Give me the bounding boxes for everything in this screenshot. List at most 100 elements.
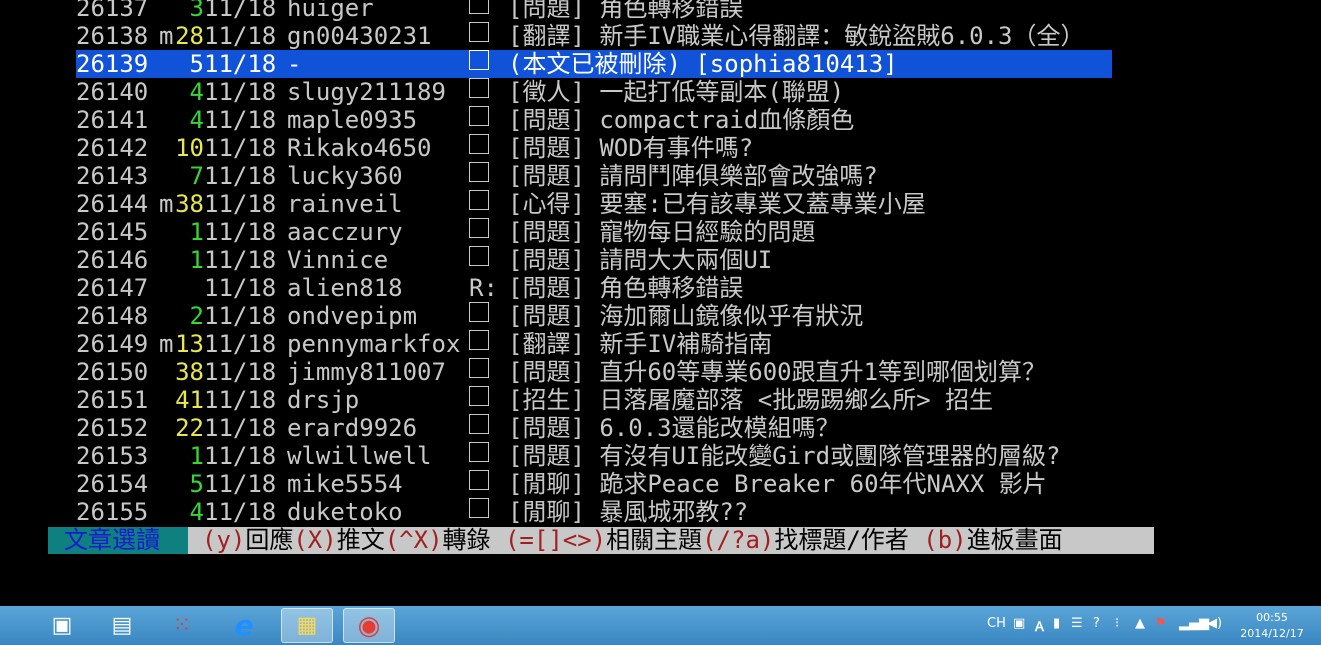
ime-options-icon[interactable]: ⁝ [1115, 616, 1119, 631]
ptt-terminal[interactable]: 26137 3 11/18 huiger [問題] 角色轉移錯誤 26138 m 28 11/1… [0, 0, 1321, 606]
push-count: 13 [175, 330, 204, 358]
article-date: 11/18 [204, 470, 277, 498]
article-author: - [287, 50, 302, 78]
clock-date: 2014/12/17 [1240, 627, 1304, 640]
article-title: [閒聊] 跪求Peace Breaker 60年代NAXX 影片 [508, 470, 1047, 498]
article-row[interactable]: 26149 m 13 11/18 pennymarkfox [翻譯] 新手IV補騎指南 [0, 330, 1321, 358]
article-date: 11/18 [204, 442, 277, 470]
article-row[interactable]: 26140 4 11/18 slugy211189 [徵人] 一起打低等副本(聯盟) [0, 78, 1321, 106]
article-author: erard9926 [287, 414, 418, 442]
article-row[interactable]: 26154 5 11/18 mike5554 [閒聊] 跪求Peace Breaker … [0, 470, 1321, 498]
article-title: [問題] 角色轉移錯誤 [508, 274, 744, 302]
article-id: 26138 [76, 22, 149, 50]
article-id: 26155 [76, 498, 149, 526]
push-count: 1 [189, 218, 204, 246]
article-author: Vinnice [287, 246, 389, 274]
clock-time: 00:55 [1256, 611, 1288, 624]
internet-explorer-button[interactable]: e [218, 608, 270, 643]
article-row[interactable]: 26137 3 11/18 huiger [問題] 角色轉移錯誤 [0, 0, 1321, 22]
article-row[interactable]: 26150 38 11/18 jimmy811007 [問題] 直升60等專業600跟直… [0, 358, 1321, 386]
article-title: [問題] compactraid血條顏色 [508, 106, 855, 134]
hotel-app-button[interactable]: ▦ [281, 608, 333, 643]
help-label: 轉錄 [442, 526, 491, 554]
input-language[interactable]: CH [987, 616, 1006, 631]
article-date: 11/18 [204, 22, 277, 50]
article-author: drsjp [287, 386, 360, 414]
ime-width-icon[interactable]: ▮ [1053, 616, 1060, 631]
article-row[interactable]: 26143 7 11/18 lucky360 [問題] 請問鬥陣俱樂部會改強嗎? [0, 162, 1321, 190]
network-icon[interactable]: ▂▄▆ [1179, 616, 1209, 631]
article-author: lucky360 [287, 162, 403, 190]
push-count: 41 [175, 386, 204, 414]
article-row[interactable]: 26147 11/18 alien818 R: [問題] 角色轉移錯誤 [0, 274, 1321, 302]
article-author: rainveil [287, 190, 403, 218]
article-id: 26146 [76, 246, 149, 274]
push-count: 5 [189, 470, 204, 498]
article-date: 11/18 [204, 274, 277, 302]
push-count: 10 [175, 134, 204, 162]
push-count: 1 [189, 246, 204, 274]
push-count: 4 [189, 498, 204, 526]
article-row[interactable]: 26152 22 11/18 erard9926 [問題] 6.0.3還能改模組嗎？ [0, 414, 1321, 442]
status-bar: 文章選讀 (y)回應(X)推文(^X)轉錄 (=[]<>)相關主題(/?a)找標… [48, 527, 1154, 554]
media-player-button[interactable]: ▣ [36, 608, 88, 643]
article-date: 11/18 [204, 330, 277, 358]
article-author: Rikako4650 [287, 134, 432, 162]
media-player-icon: ▣ [51, 612, 73, 638]
article-row[interactable]: 26138 m 28 11/18 gn00430231 [翻譯] 新手IV職業心得翻譯：敏… [0, 22, 1321, 50]
help-key: (=[]<>) [490, 526, 607, 554]
article-id: 26140 [76, 78, 149, 106]
article-date: 11/18 [204, 218, 277, 246]
article-title: [問題] WOD有事件嗎? [508, 134, 754, 162]
help-icon[interactable]: ? [1093, 616, 1100, 631]
article-title: [翻譯] 新手IV補騎指南 [508, 330, 773, 358]
article-row[interactable]: 26146 1 11/18 Vinnice [問題] 請問大大兩個UI [0, 246, 1321, 274]
help-key: (b) [908, 526, 967, 554]
article-id: 26141 [76, 106, 149, 134]
article-title: [問題] 直升60等專業600跟直升1等到哪個划算？ [508, 358, 1047, 386]
article-row[interactable]: 26153 1 11/18 wlwillwell [問題] 有沒有UI能改變Gird或團… [0, 442, 1321, 470]
volume-icon[interactable]: ◀) [1207, 616, 1222, 631]
article-id: 26145 [76, 218, 149, 246]
article-row[interactable]: 26141 4 11/18 maple0935 [問題] compactraid血條顏色 [0, 106, 1321, 134]
action-center-icon[interactable]: ⚑ [1155, 616, 1167, 631]
article-row[interactable]: 26139 5 11/18- (本文已被刪除) [sophia810413] [76, 50, 1112, 78]
article-row[interactable]: 26144 m 38 11/18 rainveil [心得] 要塞:已有該專業又蓋專業小屋 [0, 190, 1321, 218]
article-id: 26139 [76, 50, 149, 78]
article-date: 11/18 [204, 498, 277, 526]
status-help: (y)回應(X)推文(^X)轉錄 (=[]<>)相關主題(/?a)找標題/作者 … [188, 527, 1154, 554]
article-id: 26144 [76, 190, 149, 218]
article-author: alien818 [287, 274, 403, 302]
chrome-icon: ◉ [357, 610, 381, 641]
article-row[interactable]: 26151 41 11/18 drsjp [招生] 日落屠魔部落 <批踢踢鄉么所> 招生 [0, 386, 1321, 414]
help-key: (^X) [384, 526, 443, 554]
push-count: 4 [189, 78, 204, 106]
article-id: 26153 [76, 442, 149, 470]
apps-grid-icon: ⁙ [172, 612, 192, 638]
ime-mode-icon[interactable]: Ａ [1033, 616, 1046, 635]
article-id: 26149 [76, 330, 149, 358]
article-id: 26137 [76, 0, 149, 22]
article-row[interactable]: 26142 10 11/18 Rikako4650 [問題] WOD有事件嗎? [0, 134, 1321, 162]
article-row[interactable]: 26145 1 11/18 aacczury [問題] 寵物每日經驗的問題 [0, 218, 1321, 246]
help-label: 進板畫面 [966, 526, 1063, 554]
help-label: 推文 [336, 526, 385, 554]
apps-grid-button[interactable]: ⁙ [156, 608, 208, 643]
clock[interactable]: 00:55 2014/12/17 [1237, 610, 1307, 642]
push-count: 7 [189, 162, 204, 190]
help-label: 回應 [245, 526, 294, 554]
show-hidden-icons-icon[interactable]: ▲ [1135, 616, 1145, 631]
article-row[interactable]: 26155 4 11/18 duketoko [閒聊] 暴風城邪教?? [0, 498, 1321, 526]
article-date: 11/18 [204, 0, 277, 22]
file-explorer-button[interactable]: ▤ [96, 608, 148, 643]
ime-menu-icon[interactable]: ☰ [1071, 616, 1083, 631]
chrome-button[interactable]: ◉ [343, 608, 395, 643]
article-id: 26152 [76, 414, 149, 442]
article-title: [問題] 有沒有UI能改變Gird或團隊管理器的層級? [508, 442, 1061, 470]
article-title: [翻譯] 新手IV職業心得翻譯：敏銳盜賊6.0.3（全） [508, 22, 1085, 50]
article-row[interactable]: 26148 2 11/18 ondvepipm [問題] 海加爾山鏡像似乎有狀況 [0, 302, 1321, 330]
article-id: 26147 [76, 274, 149, 302]
push-count: 5 [189, 50, 204, 78]
ime-icon[interactable]: ▣ [1013, 616, 1025, 631]
article-date: 11/18 [204, 358, 277, 386]
